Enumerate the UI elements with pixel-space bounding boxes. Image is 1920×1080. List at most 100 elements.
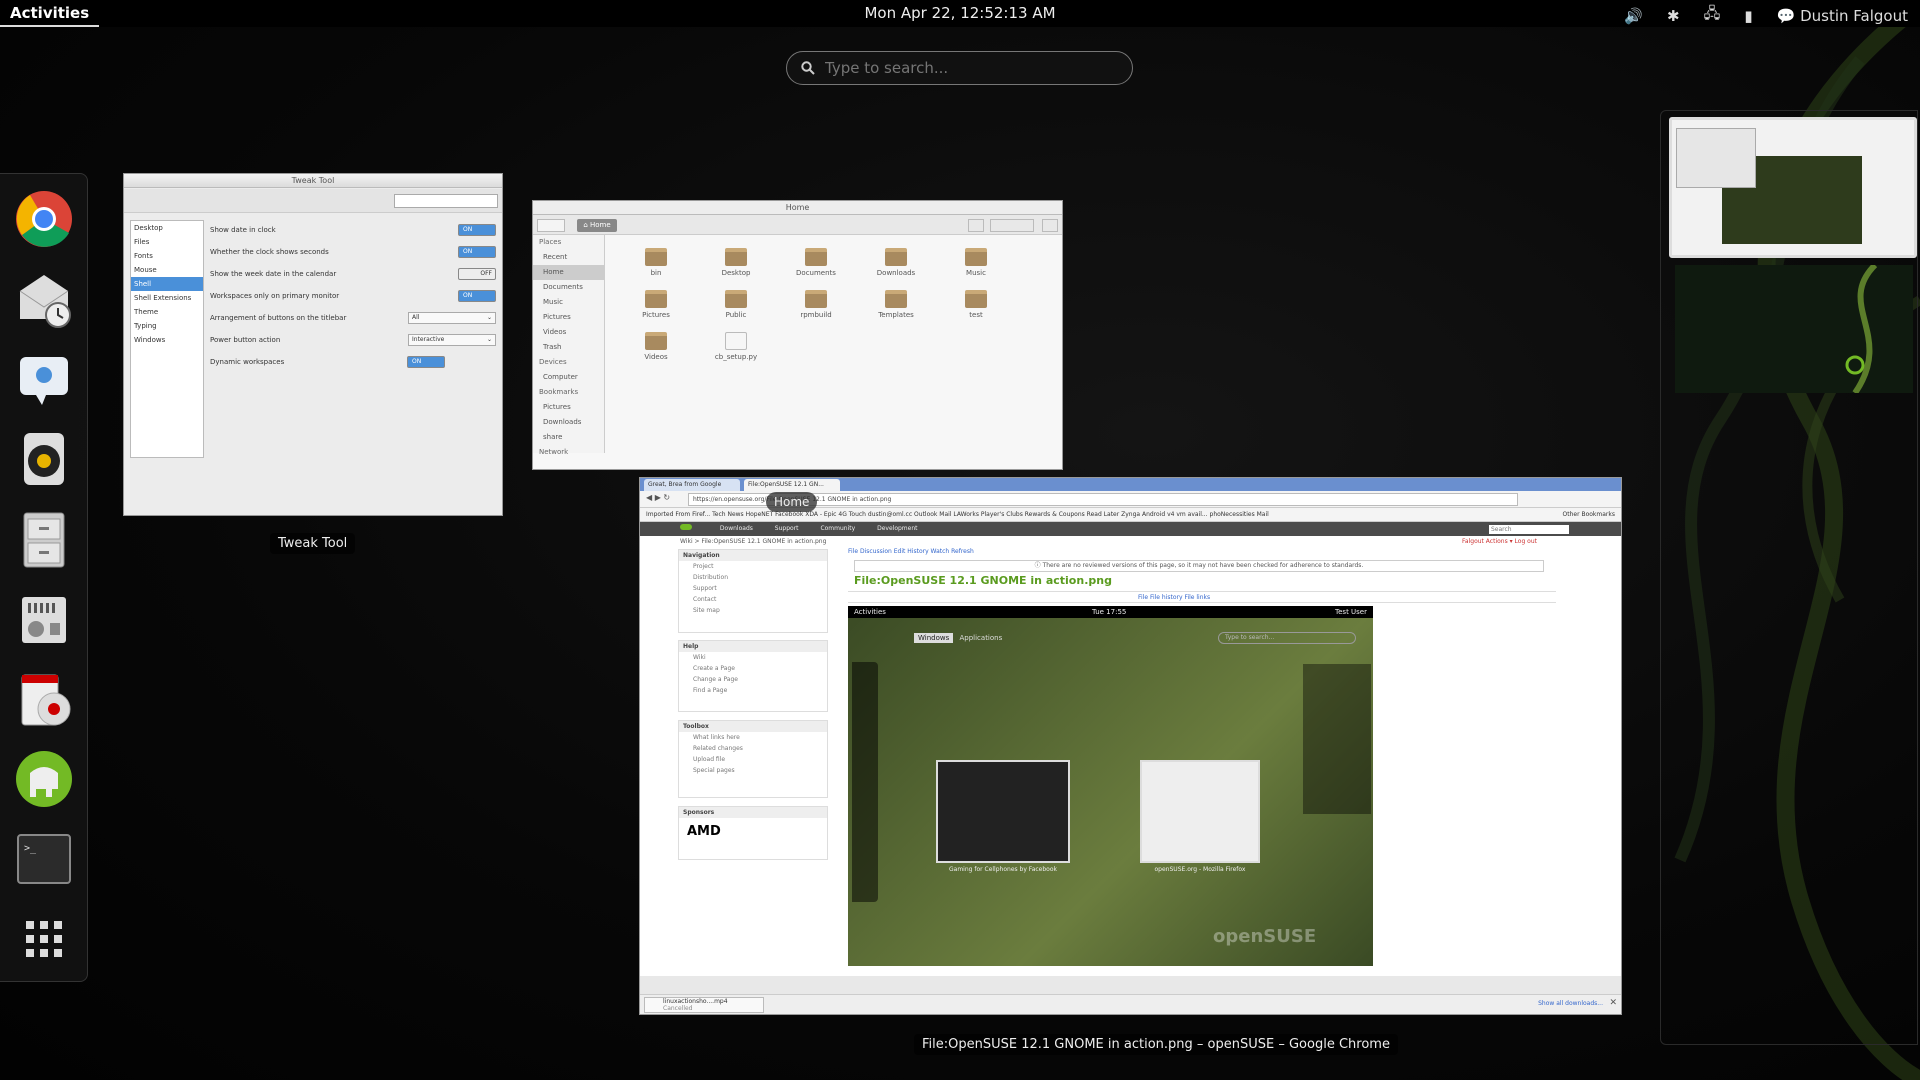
folder-item[interactable]: Pictures — [631, 290, 681, 319]
chrome-window[interactable]: Great, Brea from Google File:OpenSUSE 12… — [639, 477, 1622, 1015]
sidebar-item[interactable]: Typing — [131, 319, 203, 333]
sidebar-item[interactable]: share — [533, 430, 604, 445]
sidebar-item[interactable]: Pictures — [533, 400, 604, 415]
folder-item[interactable]: Desktop — [711, 248, 761, 277]
network-icon[interactable]: 🖧 — [1704, 3, 1721, 28]
nav-buttons[interactable]: ◀ ▶ ↻ — [646, 493, 670, 502]
file-cabinet-icon[interactable] — [12, 507, 76, 571]
search-input[interactable] — [825, 59, 1115, 77]
toggle-switch[interactable]: OFF — [458, 268, 496, 280]
other-bookmarks[interactable]: Other Bookmarks — [1563, 508, 1615, 522]
sidebar-item[interactable]: Videos — [533, 325, 604, 340]
panel-link[interactable]: Site map — [679, 605, 827, 616]
toggle-switch[interactable]: ON — [458, 246, 496, 258]
file-tabs[interactable]: File File history File links — [848, 591, 1556, 603]
setting-label: Dynamic workspaces — [210, 358, 285, 366]
terminal-icon[interactable]: >_ — [12, 827, 76, 891]
dropdown[interactable]: Interactive ⌄ — [408, 334, 496, 346]
panel-link[interactable]: Related changes — [679, 743, 827, 754]
panel-link[interactable]: Wiki — [679, 652, 827, 663]
panel-link[interactable]: Find a Page — [679, 685, 827, 696]
amd-logo: AMD — [687, 824, 721, 839]
sidebar-item[interactable]: Theme — [131, 305, 203, 319]
site-search[interactable]: Search — [1489, 525, 1569, 534]
view-buttons[interactable] — [990, 219, 1034, 232]
panel-link[interactable]: Upload file — [679, 754, 827, 765]
files-window[interactable]: Home ⌂ Home Places Recent Home Documents… — [532, 200, 1063, 470]
sidebar-item[interactable]: Desktop — [131, 221, 203, 235]
folder-item[interactable]: Templates — [871, 290, 921, 319]
nav-link[interactable]: Community — [820, 525, 855, 532]
page-tabs[interactable]: File Discussion Edit History Watch Refre… — [848, 548, 974, 555]
folder-item[interactable]: Downloads — [871, 248, 921, 277]
sidebar-item[interactable]: Shell Extensions — [131, 291, 203, 305]
path-bar-home[interactable]: ⌂ Home — [577, 219, 617, 232]
panel-link[interactable]: Distribution — [679, 572, 827, 583]
folder-item[interactable]: Music — [951, 248, 1001, 277]
tweak-tool-window[interactable]: Tweak Tool Desktop Files Fonts Mouse She… — [123, 173, 503, 516]
mail-clock-icon[interactable] — [12, 267, 76, 331]
nav-link[interactable]: Downloads — [720, 525, 753, 532]
panel-link[interactable]: Special pages — [679, 765, 827, 776]
settings-icon[interactable] — [12, 587, 76, 651]
sidebar-item[interactable]: Trash — [533, 340, 604, 355]
panel-link[interactable]: Create a Page — [679, 663, 827, 674]
sidebar-item[interactable]: Files — [131, 235, 203, 249]
sidebar-item[interactable]: Pictures — [533, 310, 604, 325]
speaker-icon[interactable] — [12, 427, 76, 491]
folder-item[interactable]: bin — [631, 248, 681, 277]
sidebar-item[interactable]: Computer — [533, 370, 604, 385]
close-icon[interactable]: ✕ — [1609, 998, 1617, 1008]
chat-icon[interactable] — [12, 347, 76, 411]
toggle-switch[interactable]: ON — [458, 290, 496, 302]
sidebar-item[interactable]: Mouse — [131, 263, 203, 277]
folder-item[interactable]: Public — [711, 290, 761, 319]
sidebar-item-selected[interactable]: Home — [533, 265, 604, 280]
chrome-icon[interactable] — [12, 187, 76, 251]
nav-link[interactable]: Support — [775, 525, 799, 532]
elephant-icon[interactable] — [12, 747, 76, 811]
disc-icon[interactable] — [12, 667, 76, 731]
sidebar-item[interactable]: Music — [533, 295, 604, 310]
search-button[interactable] — [968, 219, 984, 232]
sidebar-item[interactable]: Downloads — [533, 415, 604, 430]
gear-icon[interactable] — [1042, 219, 1058, 232]
download-item[interactable]: linuxactionsho....mp4 Cancelled — [644, 997, 764, 1013]
browser-tab-active[interactable]: File:OpenSUSE 12.1 GN... — [744, 479, 840, 491]
item-label: Videos — [644, 353, 668, 361]
sidebar-item[interactable]: Fonts — [131, 249, 203, 263]
panel-link[interactable]: Project — [679, 561, 827, 572]
bluetooth-icon[interactable]: ✱ — [1667, 7, 1680, 25]
user-menu[interactable]: 💬 Dustin Falgout — [1777, 7, 1908, 25]
shot-search: Type to search... — [1218, 632, 1356, 644]
nav-link[interactable]: Development — [877, 525, 917, 532]
show-all-downloads-link[interactable]: Show all downloads... — [1538, 1000, 1603, 1007]
volume-icon[interactable]: 🔊 — [1624, 7, 1643, 25]
user-links[interactable]: Falgout Actions ▾ Log out — [1462, 538, 1537, 545]
sidebar-item[interactable]: Windows — [131, 333, 203, 347]
folder-item[interactable]: Documents — [791, 248, 841, 277]
folder-item[interactable]: Videos — [631, 332, 681, 361]
bookmark-items[interactable]: Imported From Firef... Tech News HopeNET… — [646, 511, 1269, 518]
panel-link[interactable]: Change a Page — [679, 674, 827, 685]
dropdown[interactable]: All ⌄ — [408, 312, 496, 324]
panel-link[interactable]: Support — [679, 583, 827, 594]
toggle-switch[interactable]: ON — [407, 356, 445, 368]
folder-item[interactable]: test — [951, 290, 1001, 319]
document-icon — [725, 332, 747, 350]
sidebar-item-selected[interactable]: Shell — [131, 277, 203, 291]
file-item[interactable]: cb_setup.py — [711, 332, 761, 361]
panel-link[interactable]: Contact — [679, 594, 827, 605]
download-filename: linuxactionsho....mp4 — [663, 998, 728, 1005]
sidebar-item[interactable]: Documents — [533, 280, 604, 295]
app-grid-icon[interactable] — [12, 907, 76, 971]
sidebar-item[interactable]: Recent — [533, 250, 604, 265]
battery-icon[interactable]: ▮ — [1744, 7, 1752, 25]
folder-item[interactable]: rpmbuild — [791, 290, 841, 319]
browser-tab[interactable]: Great, Brea from Google — [644, 479, 740, 491]
back-forward-buttons[interactable] — [537, 219, 565, 232]
search-field[interactable] — [394, 194, 498, 208]
search-box[interactable] — [786, 51, 1133, 85]
toggle-switch[interactable]: ON — [458, 224, 496, 236]
panel-link[interactable]: What links here — [679, 732, 827, 743]
